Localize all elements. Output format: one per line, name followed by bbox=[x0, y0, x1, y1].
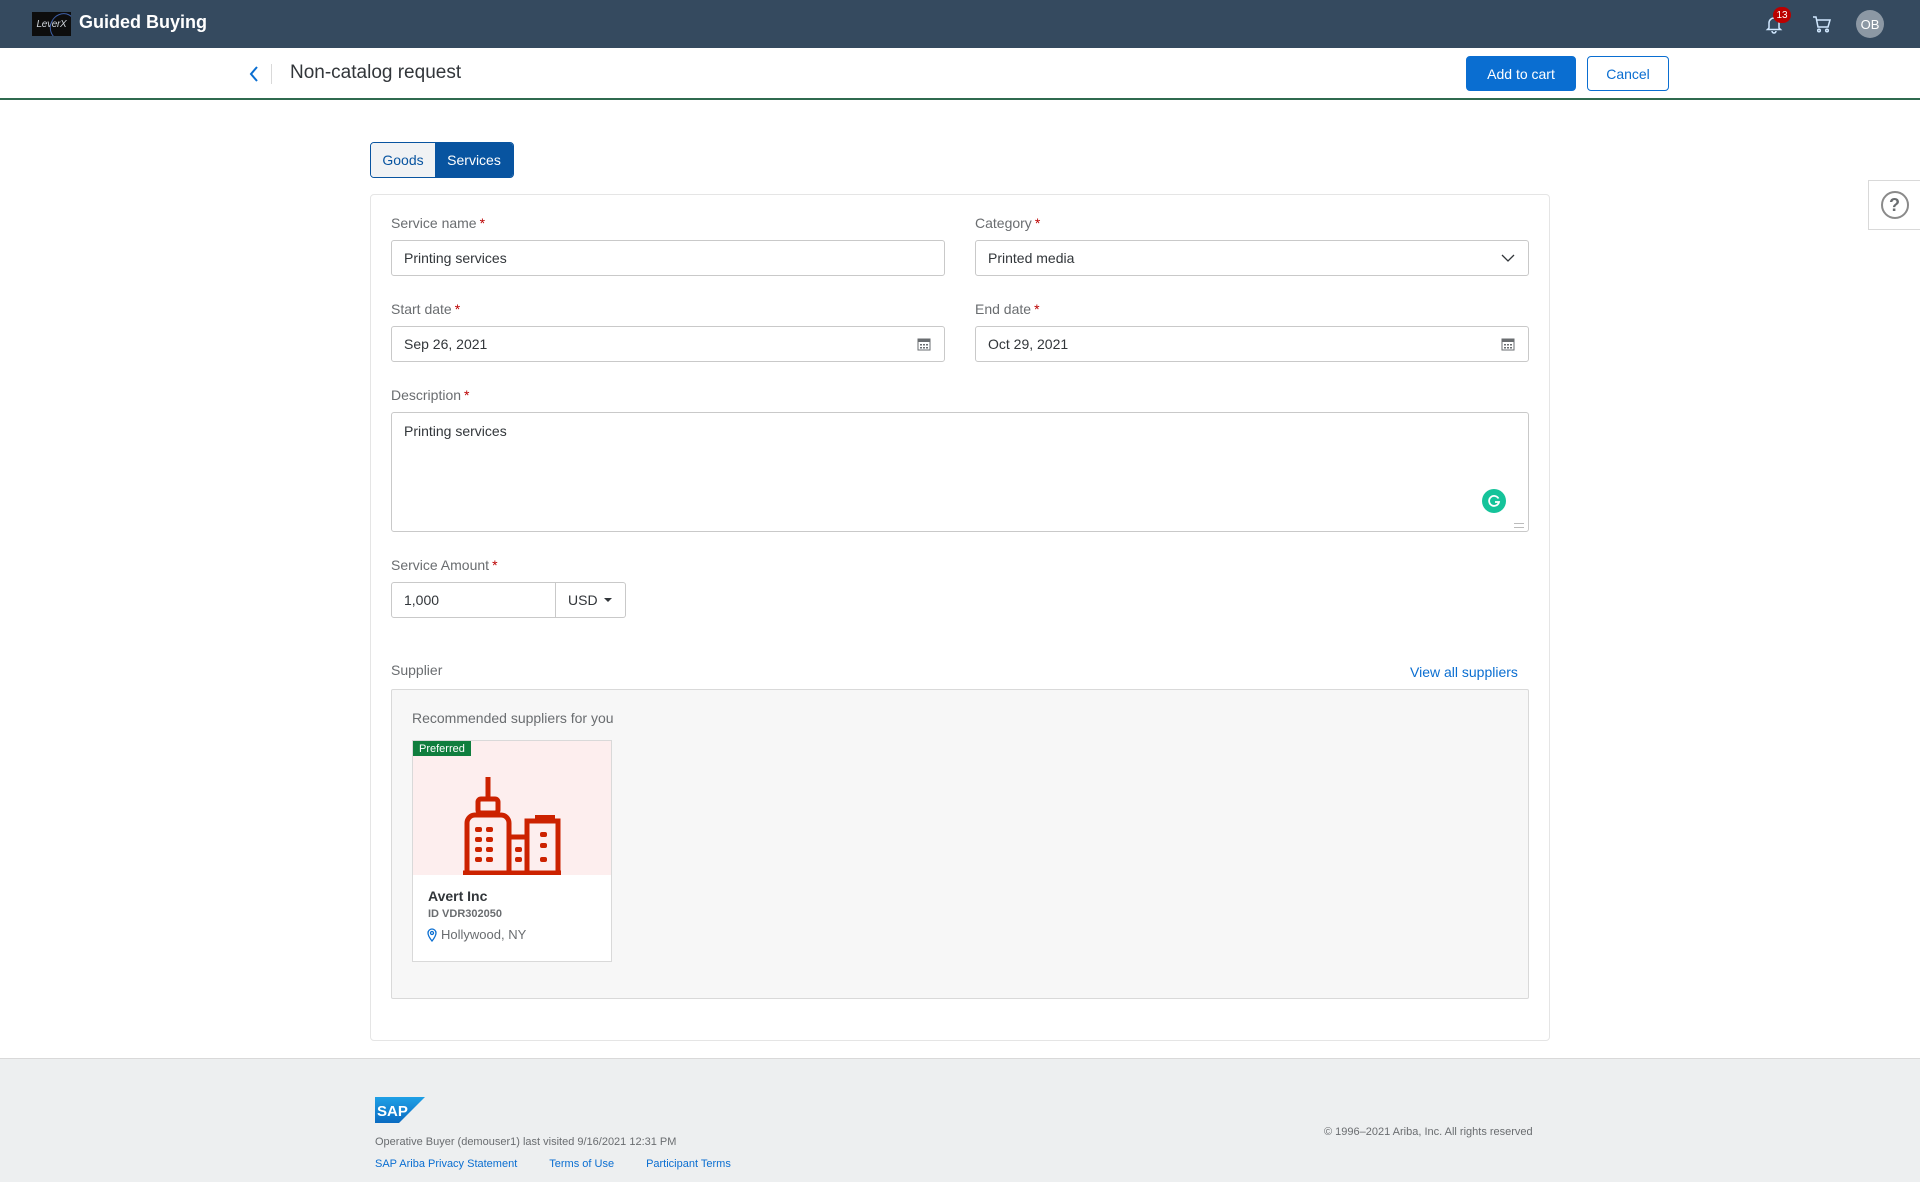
back-button[interactable] bbox=[244, 62, 264, 86]
description-textarea[interactable]: Printing services bbox=[391, 412, 1529, 532]
request-form-card: Service name * Printing services Category… bbox=[370, 194, 1550, 1041]
supplier-label: Supplier bbox=[391, 662, 443, 678]
header-divider bbox=[271, 64, 272, 84]
resize-handle[interactable] bbox=[1514, 523, 1524, 528]
required-marker: * bbox=[492, 557, 498, 573]
svg-text:SAP: SAP bbox=[377, 1103, 408, 1120]
recommended-suppliers-title: Recommended suppliers for you bbox=[412, 710, 614, 726]
description-label: Description * bbox=[391, 387, 470, 403]
supplier-location: Hollywood, NY bbox=[427, 927, 526, 942]
required-marker: * bbox=[1034, 215, 1041, 231]
end-date-input[interactable]: Oct 29, 2021 bbox=[975, 326, 1529, 362]
recommended-suppliers-panel: Recommended suppliers for you Preferred … bbox=[391, 689, 1529, 999]
notification-badge: 13 bbox=[1773, 7, 1791, 23]
cancel-button[interactable]: Cancel bbox=[1587, 56, 1669, 91]
supplier-card[interactable]: Preferred Avert Inc ID VDR302050 Hollywo… bbox=[412, 740, 612, 962]
cart-icon bbox=[1813, 16, 1831, 33]
calendar-icon[interactable] bbox=[1500, 336, 1516, 352]
grammarly-icon[interactable] bbox=[1482, 489, 1506, 513]
end-date-label: End date * bbox=[975, 301, 1040, 317]
request-type-toggle: Goods Services bbox=[370, 142, 514, 178]
start-date-input[interactable]: Sep 26, 2021 bbox=[391, 326, 945, 362]
location-pin-icon bbox=[427, 927, 437, 942]
shell-bar: LeverX Guided Buying 13 OB bbox=[0, 0, 1920, 48]
footer-links: SAP Ariba Privacy Statement Terms of Use… bbox=[375, 1158, 731, 1170]
copyright-text: © 1996–2021 Ariba, Inc. All rights reser… bbox=[1324, 1126, 1533, 1138]
help-icon: ? bbox=[1880, 191, 1909, 219]
view-all-suppliers-link[interactable]: View all suppliers bbox=[1410, 664, 1518, 680]
caret-down-icon bbox=[603, 598, 612, 602]
add-to-cart-button[interactable]: Add to cart bbox=[1466, 56, 1576, 91]
required-marker: * bbox=[454, 301, 461, 317]
currency-select[interactable]: USD bbox=[556, 582, 626, 618]
start-date-label: Start date * bbox=[391, 301, 461, 317]
help-button[interactable]: ? bbox=[1868, 180, 1920, 230]
supplier-image: Preferred bbox=[413, 741, 611, 875]
service-name-label: Service name * bbox=[391, 215, 486, 231]
privacy-statement-link[interactable]: SAP Ariba Privacy Statement bbox=[375, 1158, 517, 1170]
category-label: Category * bbox=[975, 215, 1041, 231]
service-amount-label: Service Amount * bbox=[391, 557, 498, 573]
page-title: Non-catalog request bbox=[290, 62, 462, 83]
supplier-id: ID VDR302050 bbox=[428, 908, 502, 920]
company-logo[interactable]: LeverX bbox=[32, 12, 71, 36]
cart-button[interactable] bbox=[1810, 12, 1834, 36]
terms-of-use-link[interactable]: Terms of Use bbox=[549, 1158, 614, 1170]
page-header: Non-catalog request Add to cart Cancel bbox=[0, 48, 1920, 100]
category-select[interactable]: Printed media bbox=[975, 240, 1529, 276]
required-marker: * bbox=[1034, 301, 1040, 317]
building-icon bbox=[463, 777, 561, 875]
app-title: Guided Buying bbox=[79, 12, 207, 32]
toggle-goods[interactable]: Goods bbox=[371, 143, 435, 177]
supplier-name: Avert Inc bbox=[428, 888, 488, 904]
chevron-down-icon[interactable] bbox=[1500, 250, 1516, 266]
chevron-left-icon bbox=[249, 66, 258, 82]
service-name-input[interactable]: Printing services bbox=[391, 240, 945, 276]
calendar-icon[interactable] bbox=[916, 336, 932, 352]
user-avatar[interactable]: OB bbox=[1856, 10, 1884, 38]
service-amount-input[interactable]: 1,000 bbox=[391, 582, 556, 618]
footer: SAP Operative Buyer (demouser1) last vis… bbox=[0, 1058, 1920, 1182]
required-marker: * bbox=[479, 215, 486, 231]
toggle-services[interactable]: Services bbox=[435, 143, 513, 177]
sap-logo: SAP bbox=[375, 1097, 425, 1123]
preferred-badge: Preferred bbox=[413, 741, 471, 756]
required-marker: * bbox=[464, 387, 470, 403]
participant-terms-link[interactable]: Participant Terms bbox=[646, 1158, 731, 1170]
last-visited-text: Operative Buyer (demouser1) last visited… bbox=[375, 1136, 677, 1148]
